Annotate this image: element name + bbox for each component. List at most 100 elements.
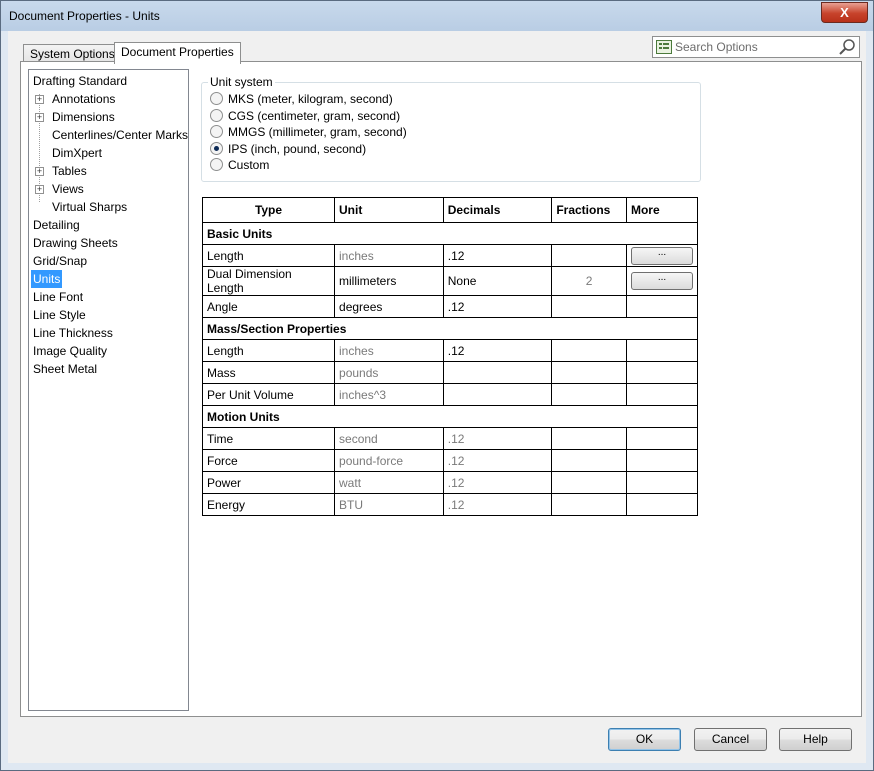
section-row: Basic Units — [202, 222, 698, 245]
cell-decimals[interactable]: .12 — [442, 339, 553, 362]
tree-item-annotations[interactable]: Annotations — [52, 90, 115, 108]
more-button[interactable]: ... — [630, 272, 693, 290]
cell-more — [625, 383, 699, 406]
cell-type: Angle — [201, 295, 336, 318]
radio-custom[interactable]: Custom — [210, 157, 269, 173]
table-row: Length inches .12 ... — [201, 244, 699, 267]
radio-cgs[interactable]: CGS (centimeter, gram, second) — [210, 108, 400, 124]
cell-unit[interactable]: inches^3 — [334, 383, 444, 406]
cell-decimals — [442, 361, 553, 384]
cell-unit[interactable]: BTU — [334, 493, 444, 516]
cell-type: Length — [201, 244, 336, 267]
cell-unit[interactable]: degrees — [334, 295, 444, 318]
radio-mks[interactable]: MKS (meter, kilogram, second) — [210, 91, 393, 107]
title-bar: Document Properties - Units X — [1, 1, 873, 31]
cell-more — [625, 471, 699, 494]
tree-item-centerlines[interactable]: Centerlines/Center Marks — [52, 126, 188, 144]
cell-unit[interactable]: watt — [334, 471, 444, 494]
radio-selected-icon — [210, 142, 223, 155]
tree-item-drawing-sheets[interactable]: Drawing Sheets — [33, 234, 118, 252]
search-input[interactable]: Search Options — [652, 36, 860, 58]
cancel-button[interactable]: Cancel — [694, 728, 767, 751]
radio-label: CGS (centimeter, gram, second) — [228, 109, 401, 123]
cell-type: Time — [201, 427, 336, 450]
cell-more — [625, 449, 699, 472]
cell-unit[interactable]: inches — [334, 339, 444, 362]
options-icon — [656, 40, 672, 54]
close-button[interactable]: X — [821, 2, 868, 23]
tree-item-drafting-standard[interactable]: Drafting Standard — [33, 72, 127, 90]
table-row: Mass pounds — [201, 361, 699, 384]
header-fractions: Fractions — [551, 197, 627, 223]
cell-unit[interactable]: pound-force — [334, 449, 444, 472]
cell-decimals[interactable]: .12 — [442, 427, 553, 450]
cell-unit[interactable]: inches — [334, 244, 444, 267]
radio-mmgs[interactable]: MMGS (millimeter, gram, second) — [210, 124, 407, 140]
tree-item-image-quality[interactable]: Image Quality — [33, 342, 107, 360]
table-row: Per Unit Volume inches^3 — [201, 383, 699, 406]
table-row: Force pound-force .12 — [201, 449, 699, 472]
cell-unit[interactable]: millimeters — [334, 266, 444, 296]
header-decimals: Decimals — [442, 197, 553, 223]
more-button[interactable]: ... — [630, 246, 693, 265]
cell-decimals[interactable]: .12 — [442, 244, 553, 267]
table-row: Time second .12 — [201, 427, 699, 450]
cell-type: Dual Dimension Length — [201, 266, 336, 296]
tree-item-virtual-sharps[interactable]: Virtual Sharps — [52, 198, 127, 216]
tree-item-views[interactable]: Views — [52, 180, 84, 198]
expand-icon[interactable]: + — [35, 185, 44, 194]
help-button[interactable]: Help — [779, 728, 852, 751]
tree-item-line-style[interactable]: Line Style — [33, 306, 86, 324]
table-row: Angle degrees .12 — [201, 295, 699, 318]
cell-decimals — [442, 383, 553, 406]
tree-item-units[interactable]: Units — [31, 270, 63, 288]
cell-type: Per Unit Volume — [201, 383, 336, 406]
cell-unit[interactable]: pounds — [334, 361, 444, 384]
cell-fractions — [551, 471, 627, 494]
expand-icon[interactable]: + — [35, 113, 44, 122]
cell-fractions[interactable] — [551, 244, 627, 267]
section-motion-units: Motion Units — [202, 405, 698, 428]
expand-icon[interactable]: + — [35, 95, 44, 104]
cell-decimals[interactable]: .12 — [442, 493, 553, 516]
radio-label: MMGS (millimeter, gram, second) — [228, 125, 407, 139]
tree-item-dimxpert[interactable]: DimXpert — [52, 144, 102, 162]
radio-icon — [210, 158, 223, 171]
tab-document-properties[interactable]: Document Properties — [114, 42, 241, 64]
search-icon[interactable] — [838, 38, 856, 56]
window-title: Document Properties - Units — [9, 9, 160, 23]
ok-button[interactable]: OK — [608, 728, 681, 751]
tree-item-sheet-metal[interactable]: Sheet Metal — [33, 360, 97, 378]
tree-item-grid-snap[interactable]: Grid/Snap — [33, 252, 87, 270]
unit-system-label: Unit system — [208, 75, 275, 89]
cell-decimals[interactable]: .12 — [442, 471, 553, 494]
cell-fractions — [551, 295, 627, 318]
cell-type: Power — [201, 471, 336, 494]
header-type: Type — [201, 197, 336, 223]
radio-ips[interactable]: IPS (inch, pound, second) — [210, 141, 366, 157]
cell-decimals[interactable]: None — [442, 266, 553, 296]
cell-fractions[interactable]: 2 — [551, 266, 627, 296]
section-row: Mass/Section Properties — [202, 317, 698, 340]
units-table: Type Unit Decimals Fractions More Basic … — [201, 197, 699, 516]
cell-unit[interactable]: second — [334, 427, 444, 450]
radio-label: MKS (meter, kilogram, second) — [228, 92, 393, 106]
table-row: Dual Dimension Length millimeters None 2… — [201, 266, 699, 296]
cell-decimals[interactable]: .12 — [442, 295, 553, 318]
tree-item-line-font[interactable]: Line Font — [33, 288, 83, 306]
tree-item-line-thickness[interactable]: Line Thickness — [33, 324, 113, 342]
tree-item-dimensions[interactable]: Dimensions — [52, 108, 115, 126]
cell-fractions — [551, 449, 627, 472]
table-row: Length inches .12 — [201, 339, 699, 362]
cell-more — [625, 493, 699, 516]
tree-item-tables[interactable]: Tables — [52, 162, 87, 180]
section-row: Motion Units — [202, 405, 698, 428]
cell-fractions — [551, 493, 627, 516]
radio-icon — [210, 92, 223, 105]
cell-type: Length — [201, 339, 336, 362]
radio-icon — [210, 109, 223, 122]
cell-more: ... — [625, 244, 699, 267]
expand-icon[interactable]: + — [35, 167, 44, 176]
cell-decimals[interactable]: .12 — [442, 449, 553, 472]
tree-item-detailing[interactable]: Detailing — [33, 216, 80, 234]
